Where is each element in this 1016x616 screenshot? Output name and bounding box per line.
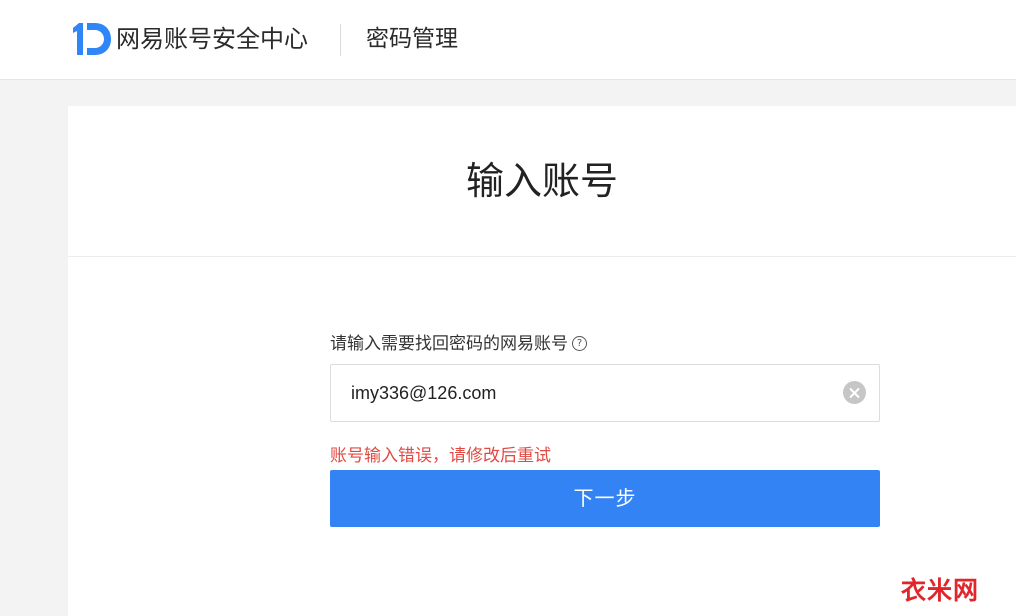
section-title: 密码管理	[366, 26, 458, 52]
brand-title: 网易账号安全中心	[116, 25, 308, 53]
account-field-label-text: 请输入需要找回密码的网易账号	[330, 334, 568, 354]
card-divider	[68, 256, 1016, 257]
top-header: 网易账号安全中心 密码管理	[0, 0, 1016, 80]
header-divider	[340, 24, 341, 56]
watermark: 衣米网	[901, 576, 980, 605]
error-message: 账号输入错误，请修改后重试	[330, 446, 551, 466]
netease-id-logo-icon	[73, 23, 111, 55]
help-icon[interactable]: ?	[572, 336, 587, 351]
next-step-button[interactable]: 下一步	[330, 470, 880, 527]
recovery-card: 输入账号 请输入需要找回密码的网易账号? 账号输入错误，请修改后重试 下一步	[68, 106, 1016, 616]
page-title: 输入账号	[465, 159, 618, 203]
account-input-box	[330, 364, 880, 422]
account-input[interactable]	[351, 365, 821, 421]
clear-input-icon[interactable]	[843, 381, 866, 404]
account-field-label: 请输入需要找回密码的网易账号?	[330, 332, 587, 356]
